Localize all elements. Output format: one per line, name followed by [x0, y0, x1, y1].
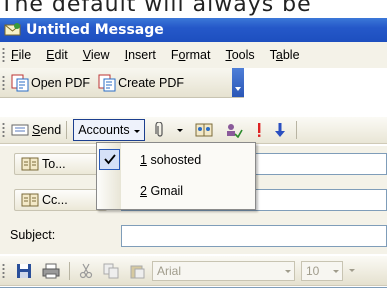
- menu-view-rest: iew: [90, 48, 110, 62]
- pdf-open-icon: [11, 74, 29, 91]
- down-arrow-icon: [274, 123, 285, 137]
- account-menu-label: 2 Gmail: [140, 184, 183, 198]
- exclamation-icon: [257, 123, 261, 137]
- toolbar-separator: [66, 121, 68, 139]
- toolbar-separator-2: [295, 121, 297, 139]
- window-titlebar: Untitled Message: [0, 18, 387, 42]
- message-toolbar: Send Accounts: [0, 116, 387, 144]
- font-size-select[interactable]: 10: [301, 260, 343, 281]
- printer-icon: [42, 263, 60, 278]
- save-button[interactable]: [16, 263, 32, 279]
- toolbar-overflow-icon[interactable]: [349, 269, 355, 272]
- pdf-create-icon: [98, 74, 116, 91]
- menu-table[interactable]: Table: [270, 48, 300, 62]
- window-title: Untitled Message: [26, 22, 164, 38]
- font-name-value: Arial: [157, 263, 182, 278]
- menu-view-mnemonic: V: [82, 48, 91, 62]
- chevron-down-icon: [285, 269, 291, 273]
- subject-field[interactable]: [121, 225, 387, 247]
- account-number: 2: [140, 184, 147, 198]
- clipboard-icon: [130, 265, 145, 278]
- toolbar-separator-3: [69, 261, 70, 280]
- menu-format[interactable]: Format: [171, 48, 211, 62]
- message-body[interactable]: [0, 287, 387, 303]
- low-importance-button[interactable]: [274, 122, 285, 138]
- send-mnemonic: S: [32, 123, 41, 137]
- subject-label: Subject:: [10, 228, 56, 242]
- cc-label: Cc...: [42, 193, 68, 207]
- menu-file-rest: ile: [18, 48, 32, 62]
- address-book-button[interactable]: [195, 122, 213, 138]
- account-name: sohosted: [150, 153, 202, 167]
- font-name-select[interactable]: Arial: [152, 260, 295, 281]
- accounts-dropdown-menu: 1 sohosted 2 Gmail: [96, 142, 256, 210]
- create-pdf-button[interactable]: Create PDF: [98, 74, 184, 92]
- accounts-button[interactable]: Accounts: [73, 119, 145, 141]
- high-importance-button[interactable]: [255, 122, 263, 138]
- checkmark-icon: [99, 149, 120, 170]
- pdf-toolbar-grip[interactable]: [2, 74, 5, 91]
- cc-button[interactable]: Cc...: [14, 189, 107, 211]
- menu-file-mnemonic: F: [11, 48, 19, 62]
- to-button[interactable]: To...: [14, 153, 107, 175]
- open-pdf-label: Open PDF: [31, 75, 91, 90]
- account-menu-item-sohosted[interactable]: 1 sohosted: [97, 145, 255, 175]
- copy-icon: [103, 263, 119, 278]
- toolbar-options-chevron[interactable]: [232, 68, 244, 97]
- font-size-value: 10: [306, 263, 320, 278]
- subject-row: Subject:: [0, 222, 387, 252]
- send-label-rest: end: [40, 123, 62, 137]
- check-names-icon: [226, 124, 243, 138]
- open-pdf-button[interactable]: Open PDF: [11, 74, 90, 92]
- menu-file[interactable]: File: [11, 48, 31, 62]
- pdf-toolbar: Open PDF Create PDF: [0, 68, 244, 98]
- address-book-icon: [21, 157, 39, 171]
- account-number: 1: [140, 153, 147, 167]
- chevron-down-icon: [333, 269, 339, 273]
- chevron-down-icon: [133, 129, 140, 133]
- floppy-disk-icon: [17, 263, 31, 278]
- menu-edit-mnemonic: E: [46, 48, 55, 62]
- check-names-button[interactable]: [225, 122, 243, 138]
- message-toolbar-grip[interactable]: [2, 122, 5, 138]
- print-button[interactable]: [42, 263, 60, 279]
- scissors-icon: [79, 263, 93, 278]
- menu-tools-rest: ools: [231, 48, 255, 62]
- menu-table-mnemonic: a: [275, 48, 283, 62]
- address-book-icon: [21, 193, 39, 207]
- page-caption: The default will always be: [0, 0, 312, 17]
- attach-dropdown-icon[interactable]: [176, 128, 183, 132]
- paste-button[interactable]: [129, 263, 145, 279]
- account-menu-item-gmail[interactable]: 2 Gmail: [97, 176, 255, 206]
- menu-tools[interactable]: Tools: [225, 48, 254, 62]
- formatting-toolbar-grip[interactable]: [2, 262, 5, 279]
- cut-button[interactable]: [79, 263, 93, 279]
- create-pdf-label: Create PDF: [118, 75, 185, 90]
- envelope-icon: [4, 23, 21, 36]
- to-label: To...: [42, 157, 66, 171]
- account-menu-label: 1 sohosted: [140, 153, 201, 167]
- paperclip-icon: [155, 122, 163, 137]
- attach-button[interactable]: [155, 122, 165, 138]
- address-book-icon: [195, 123, 213, 137]
- send-icon: [11, 124, 29, 136]
- menu-insert-rest: nsert: [128, 48, 156, 62]
- copy-button[interactable]: [103, 263, 119, 279]
- menu-format-rest: rmat: [185, 48, 211, 62]
- menubar: File Edit View Insert Format Tools Table: [0, 42, 387, 68]
- formatting-toolbar: Arial 10: [0, 256, 387, 286]
- menu-edit-rest: dit: [54, 48, 68, 62]
- send-button[interactable]: Send: [11, 123, 61, 137]
- menu-edit[interactable]: Edit: [46, 48, 68, 62]
- menubar-grip[interactable]: [2, 47, 5, 63]
- accounts-label: Accounts: [78, 123, 130, 137]
- menu-table-rest: ble: [282, 48, 300, 62]
- menu-view[interactable]: View: [83, 48, 110, 62]
- menu-format-pre: F: [170, 48, 179, 62]
- menu-insert[interactable]: Insert: [125, 48, 156, 62]
- account-name: Gmail: [150, 184, 184, 198]
